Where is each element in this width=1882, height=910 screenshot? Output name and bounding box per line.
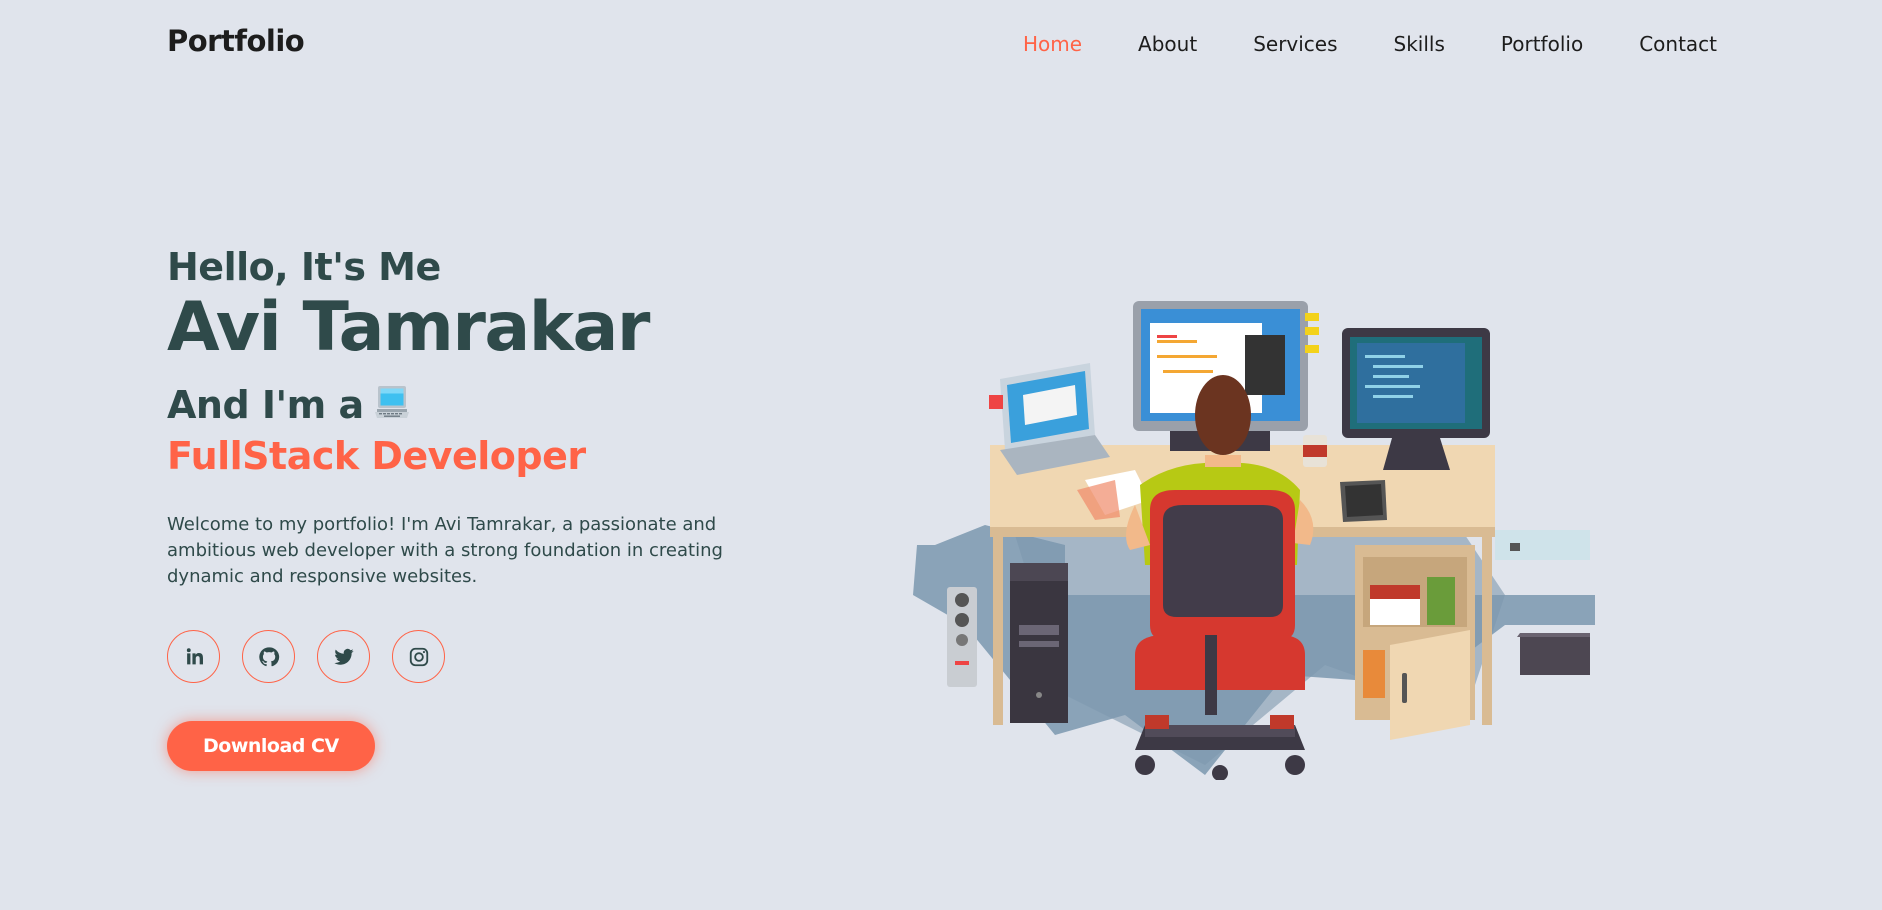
role-prefix: And I'm a [167, 382, 364, 427]
hero-section: Hello, It's Me Avi Tamrakar And I'm a Fu… [167, 245, 767, 772]
download-cv-button[interactable]: Download CV [167, 721, 375, 772]
linkedin-icon [186, 648, 203, 665]
nav-link-skills[interactable]: Skills [1394, 32, 1445, 56]
site-logo[interactable]: Portfolio [167, 24, 305, 58]
instagram-link[interactable] [392, 630, 445, 684]
hero-role: And I'm a FullStack Developer [167, 380, 607, 483]
social-links [167, 630, 767, 684]
nav-link-home[interactable]: Home [1023, 32, 1082, 56]
nav-link-contact[interactable]: Contact [1639, 32, 1717, 56]
twitter-link[interactable] [317, 630, 370, 684]
github-link[interactable] [242, 630, 295, 684]
intro-paragraph: Welcome to my portfolio! I'm Avi Tamraka… [167, 514, 723, 588]
nav-link-services[interactable]: Services [1253, 32, 1337, 56]
linkedin-link[interactable] [167, 630, 220, 684]
developer-desk-illustration [905, 295, 1595, 781]
hero-name: Avi Tamrakar [167, 288, 650, 367]
laptop-emoji-icon [374, 382, 410, 422]
navbar: Portfolio Home About Services Skills Por… [0, 0, 1882, 90]
nav-link-about[interactable]: About [1138, 32, 1197, 56]
nav-link-portfolio[interactable]: Portfolio [1501, 32, 1583, 56]
twitter-icon [333, 648, 354, 665]
nav-menu: Home About Services Skills Portfolio Con… [1023, 32, 1717, 56]
hero-greeting: Hello, It's Me [167, 245, 441, 289]
github-icon [258, 647, 279, 667]
instagram-icon [409, 647, 428, 667]
role-highlight: FullStack Developer [167, 434, 586, 479]
